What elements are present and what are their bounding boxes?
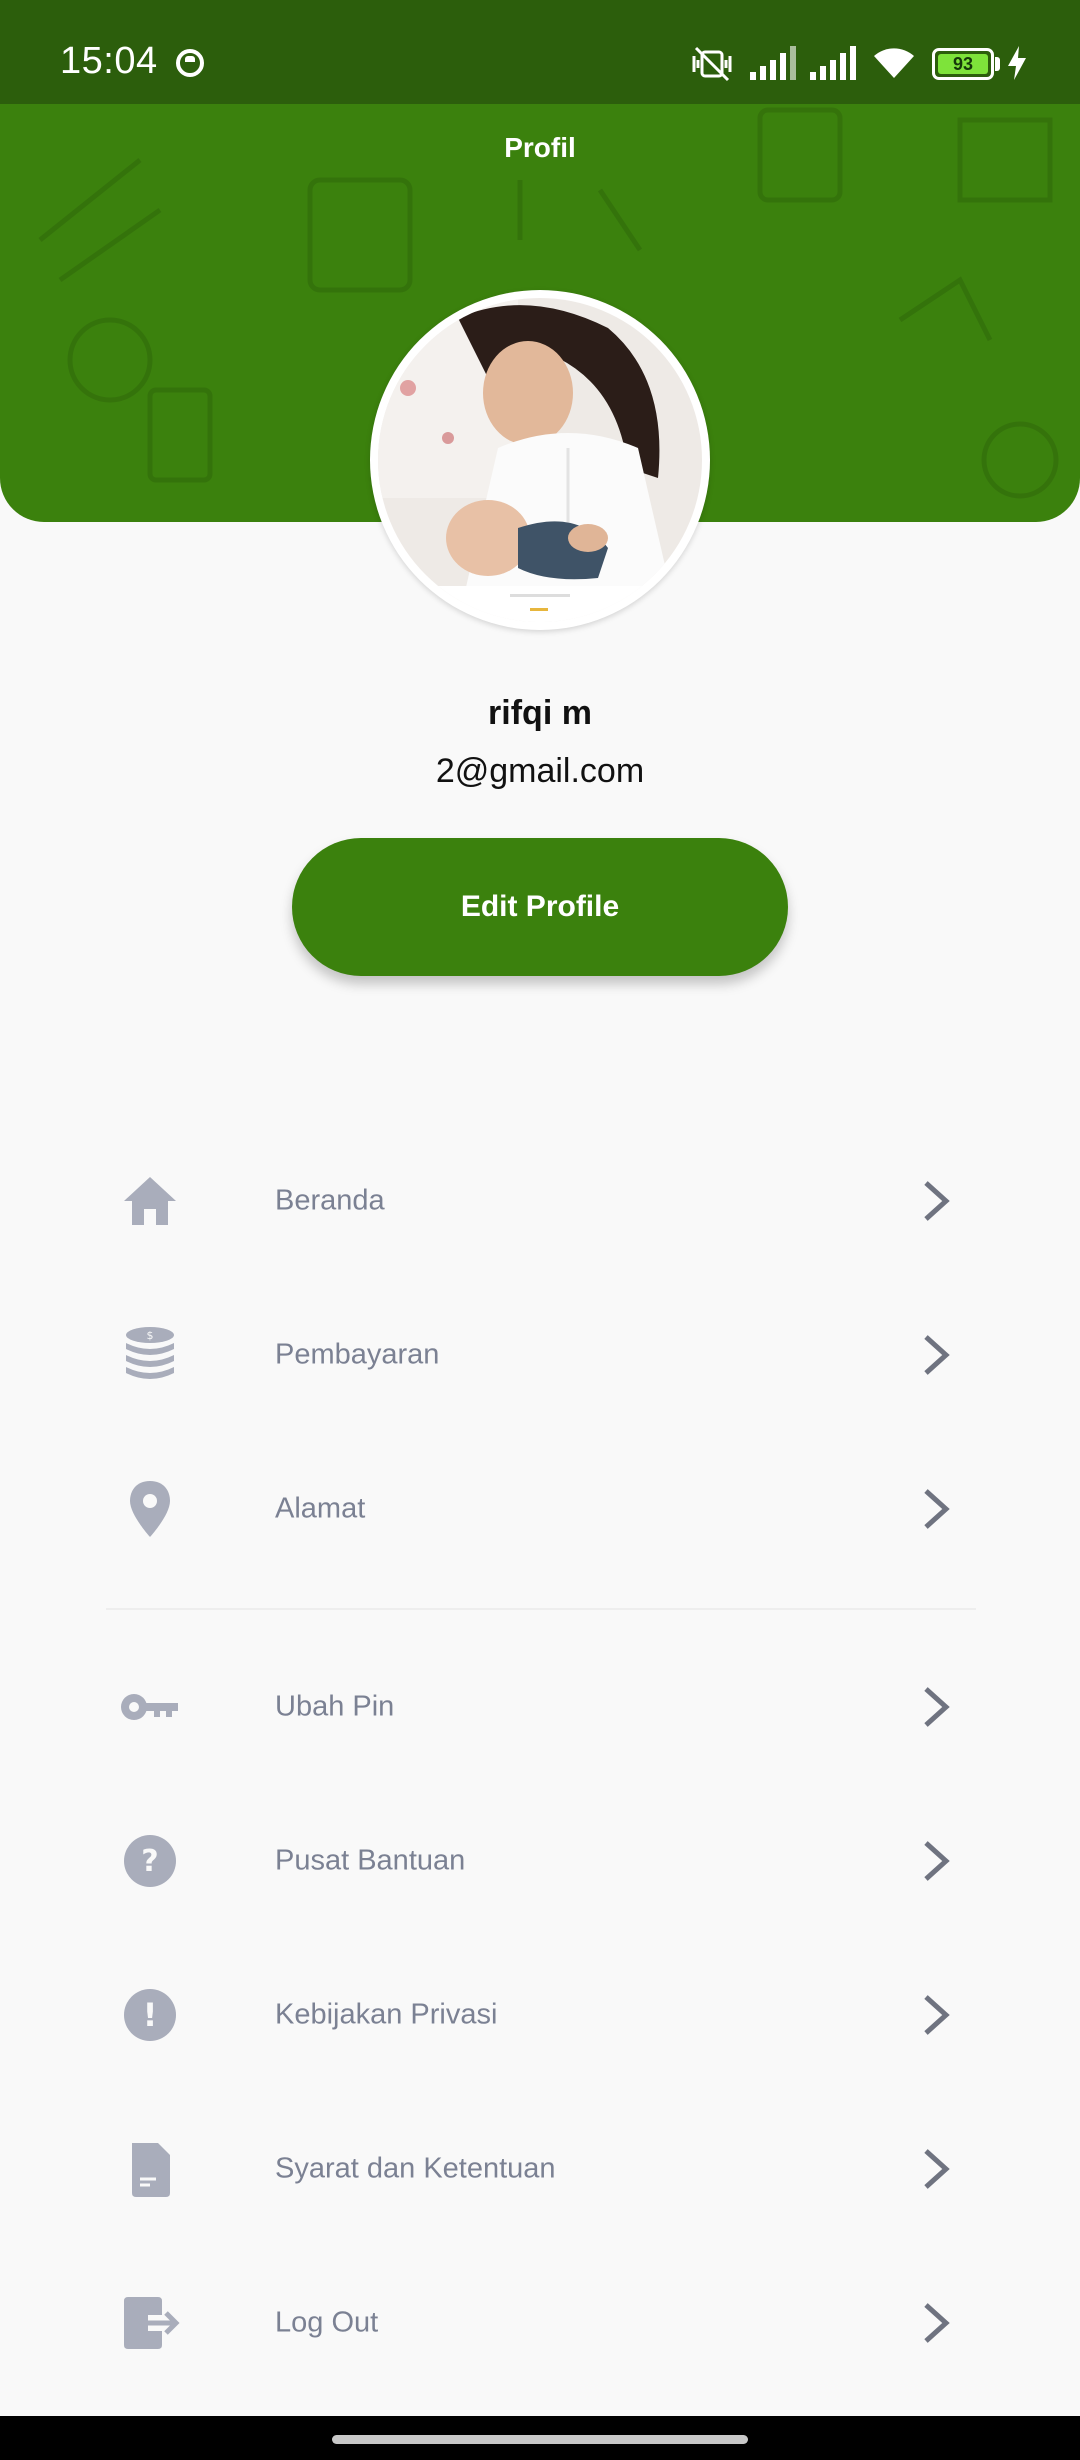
wifi-icon [874,48,914,78]
chevron-right-icon [924,1181,950,1221]
menu-item-log-out[interactable]: Log Out [0,2246,1080,2400]
status-time: 15:04 [60,40,158,82]
menu-item-beranda[interactable]: Beranda [0,1124,1080,1278]
menu-label-alamat: Alamat [275,1492,366,1525]
battery-icon: 93 [932,48,994,80]
notification-face-icon [176,49,204,77]
logout-icon [124,2297,180,2349]
chevron-right-icon [924,1841,950,1881]
charging-icon [1008,46,1026,80]
menu-label-syarat-dan-ketentuan: Syarat dan Ketentuan [275,2152,556,2185]
help-circle-icon: ? [124,1835,176,1887]
chevron-right-icon [924,2149,950,2189]
chevron-right-icon [924,1687,950,1727]
menu-item-pembayaran[interactable]: $ Pembayaran [0,1278,1080,1432]
document-icon [132,2143,170,2197]
signal-icon [750,46,796,80]
svg-text:$: $ [147,1329,154,1342]
menu-item-syarat-dan-ketentuan[interactable]: Syarat dan Ketentuan [0,2092,1080,2246]
vibrate-off-icon [692,46,732,82]
menu-label-kebijakan-privasi: Kebijakan Privasi [275,1998,498,2031]
home-gesture-handle[interactable] [332,2435,748,2444]
edit-profile-button[interactable]: Edit Profile [292,838,788,976]
signal-icon-2 [810,46,856,80]
chevron-right-icon [924,1335,950,1375]
coins-icon: $ [126,1327,174,1379]
exclamation-circle-icon: ! [124,1989,176,2041]
battery-level: 93 [938,54,988,74]
menu-label-pembayaran: Pembayaran [275,1338,440,1371]
location-pin-icon [130,1481,170,1537]
chevron-right-icon [924,1489,950,1529]
home-icon [124,1177,176,1225]
profile-email: 2@gmail.com [435,752,645,790]
svg-text:!: ! [143,1996,158,2034]
menu-item-alamat[interactable]: Alamat [0,1432,1080,1586]
menu-label-log-out: Log Out [275,2306,379,2339]
menu-label-beranda: Beranda [275,1184,385,1217]
page-title: Profil [504,132,576,163]
menu-label-pusat-bantuan: Pusat Bantuan [275,1844,466,1877]
menu-divider [106,1608,976,1610]
chevron-right-icon [924,2303,950,2343]
svg-text:?: ? [141,1844,158,1879]
status-bar: 15:04 93 [0,0,1080,104]
menu-item-kebijakan-privasi[interactable]: ! Kebijakan Privasi [0,1938,1080,2092]
chevron-right-icon [924,1995,950,2035]
profile-name: rifqi m [488,694,592,732]
key-icon [121,1694,178,1720]
menu-label-ubah-pin: Ubah Pin [275,1690,395,1723]
avatar-photo [378,298,702,622]
avatar[interactable] [370,290,710,630]
battery-tip [995,57,1000,71]
menu-item-pusat-bantuan[interactable]: ? Pusat Bantuan [0,1784,1080,1938]
menu-item-ubah-pin[interactable]: Ubah Pin [0,1630,1080,1784]
